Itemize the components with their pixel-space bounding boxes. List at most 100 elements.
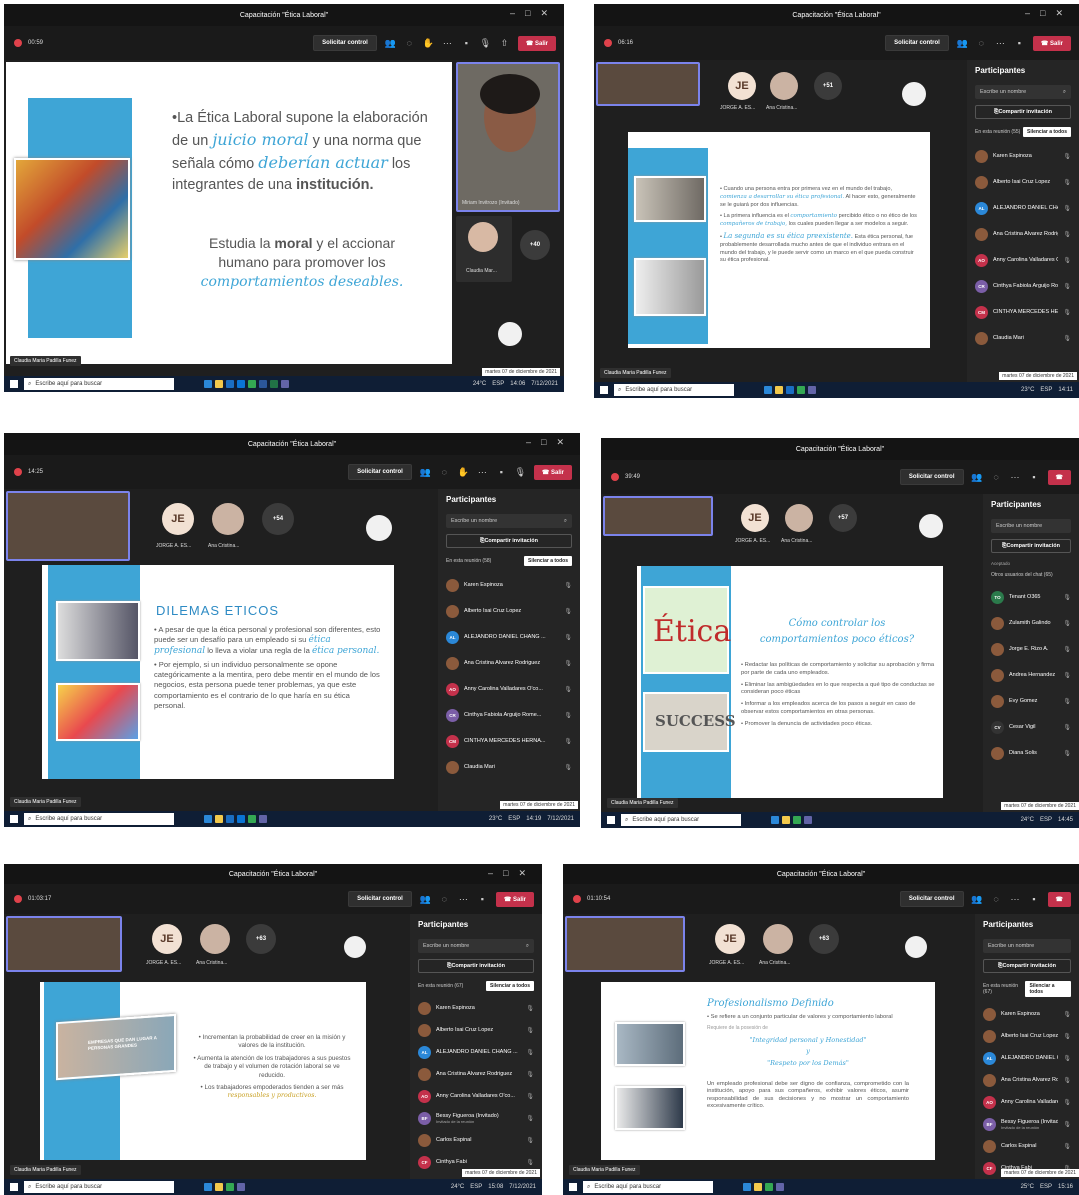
- participants-icon[interactable]: 👥: [957, 38, 968, 49]
- taskbar-search[interactable]: ⌕ Escribe aquí para buscar: [614, 384, 734, 396]
- self-video[interactable]: [565, 916, 685, 972]
- participant-search[interactable]: Escribe un nombre ⌕: [975, 85, 1071, 99]
- participant-row[interactable]: CV Cesar Vigil 🎙: [991, 714, 1071, 740]
- share-invite-button[interactable]: ⎘ Compartir invitación: [418, 959, 534, 973]
- participant-row[interactable]: AL ALEJANDRO DANIEL CHANG ... 🎙: [975, 195, 1071, 221]
- participant-row[interactable]: BF Bessy Figueroa (Invitado) Invitado de l…: [983, 1113, 1071, 1135]
- edge-icon[interactable]: [743, 1183, 751, 1191]
- edge-icon[interactable]: [771, 816, 779, 824]
- participant-row[interactable]: Jorge E. Rizo A. 🎙: [991, 636, 1071, 662]
- request-control-button[interactable]: Solicitar control: [313, 35, 377, 51]
- mail-icon[interactable]: [237, 380, 245, 388]
- chat-icon[interactable]: ◌: [439, 894, 450, 905]
- participant-row[interactable]: AO Anny Carolina Valladares O'co... 🎙: [975, 247, 1071, 273]
- participant-row[interactable]: Ana Cristina Alvarez Rodriguez 🎙: [418, 1063, 534, 1085]
- teams-icon[interactable]: [281, 380, 289, 388]
- participant-row[interactable]: Andrea Hernandez 🎙: [991, 662, 1071, 688]
- chrome-icon[interactable]: [248, 815, 256, 823]
- chat-icon[interactable]: ◌: [991, 472, 1002, 483]
- share-invite-button[interactable]: ⎘ Compartir invitación: [991, 539, 1071, 553]
- participant-row[interactable]: Claudia Mari 🎙: [446, 754, 572, 780]
- participant-row[interactable]: CM CINTHYA MERCEDES HERNA... 🎙: [446, 728, 572, 754]
- leave-button[interactable]: ☎ Salir: [1032, 35, 1071, 51]
- ana-avatar[interactable]: [212, 503, 244, 535]
- store-icon[interactable]: [786, 386, 794, 394]
- participant-row[interactable]: Diana Solis 🎙: [991, 740, 1071, 766]
- teams-icon[interactable]: [259, 815, 267, 823]
- participant-row[interactable]: Carlos Espinal 🎙: [983, 1135, 1071, 1157]
- participant-row[interactable]: Carlos Espinal 🎙: [418, 1129, 534, 1151]
- ana-avatar[interactable]: [770, 72, 798, 100]
- camera-off-icon[interactable]: ▪: [461, 38, 472, 49]
- reactions-icon[interactable]: ✋: [423, 38, 434, 49]
- participant-row[interactable]: Karen Espinoza 🎙: [418, 997, 534, 1019]
- folder-icon[interactable]: [215, 380, 223, 388]
- share-icon[interactable]: ⇧: [499, 38, 510, 49]
- participants-icon[interactable]: 👥: [971, 472, 982, 483]
- participant-row[interactable]: Claudia Mari 🎙: [975, 325, 1071, 351]
- participant-row[interactable]: AL ALEJANDRO DANIEL CHANG ... 🎙: [983, 1047, 1071, 1069]
- window-controls[interactable]: –□✕: [510, 8, 558, 19]
- share-invite-button[interactable]: ⎘ Compartir invitación: [975, 105, 1071, 119]
- chat-icon[interactable]: ◌: [404, 38, 415, 49]
- windows-start-icon[interactable]: [10, 380, 18, 388]
- request-control-button[interactable]: Solicitar control: [899, 891, 964, 907]
- participant-row[interactable]: Ana Cristina Alvarez Rodriguez 🎙: [975, 221, 1071, 247]
- more-options-icon[interactable]: ⋯: [458, 894, 469, 905]
- participant-row[interactable]: Alberto Isai Cruz Lopez 🎙: [446, 598, 572, 624]
- jorge-avatar[interactable]: JE: [715, 924, 745, 954]
- more-participants[interactable]: +57: [829, 504, 857, 532]
- windows-start-icon[interactable]: [600, 386, 608, 394]
- participant-search[interactable]: Escribe un nombre ⌕: [446, 514, 572, 528]
- leave-button[interactable]: ☎ Salir: [533, 464, 572, 480]
- participant-row[interactable]: CR Cinthya Fabiola Arguijo Rome... 🎙: [446, 702, 572, 728]
- windows-start-icon[interactable]: [10, 1183, 18, 1191]
- participants-icon[interactable]: 👥: [420, 467, 431, 478]
- more-participants[interactable]: +40: [520, 230, 550, 260]
- mute-all-button[interactable]: Silenciar a todos: [1025, 981, 1071, 997]
- self-video[interactable]: [596, 62, 700, 106]
- window-controls[interactable]: –□✕: [488, 868, 536, 879]
- jorge-avatar[interactable]: JE: [741, 504, 769, 532]
- chrome-icon[interactable]: [248, 380, 256, 388]
- leave-button[interactable]: ☎ Salir: [517, 35, 556, 51]
- participant-row[interactable]: Ana Cristina Alvarez Rodriguez 🎙: [446, 650, 572, 676]
- request-control-button[interactable]: Solicitar control: [885, 35, 949, 51]
- participant-row[interactable]: AO Anny Carolina Valladares O'co... 🎙: [446, 676, 572, 702]
- folder-icon[interactable]: [775, 386, 783, 394]
- windows-start-icon[interactable]: [10, 815, 18, 823]
- more-options-icon[interactable]: ⋯: [1010, 894, 1021, 905]
- teams-icon[interactable]: [808, 386, 816, 394]
- request-control-button[interactable]: Solicitar control: [899, 469, 964, 485]
- store-icon[interactable]: [226, 380, 234, 388]
- store-icon[interactable]: [226, 815, 234, 823]
- participant-row[interactable]: Karen Espinoza 🎙: [975, 143, 1071, 169]
- participant-row[interactable]: AL ALEJANDRO DANIEL CHANG ... 🎙: [446, 624, 572, 650]
- participant-search[interactable]: Escribe un nombre ⌕: [418, 939, 534, 953]
- chat-icon[interactable]: ◌: [991, 894, 1002, 905]
- folder-icon[interactable]: [754, 1183, 762, 1191]
- request-control-button[interactable]: Solicitar control: [348, 464, 412, 480]
- participant-row[interactable]: Alberto Isai Cruz Lopez 🎙: [975, 169, 1071, 195]
- more-options-icon[interactable]: ⋯: [442, 38, 453, 49]
- taskbar-search[interactable]: ⌕ Escribe aquí para buscar: [24, 378, 174, 390]
- teams-icon[interactable]: [804, 816, 812, 824]
- taskbar-search[interactable]: ⌕ Escribe aquí para buscar: [583, 1181, 713, 1193]
- participant-row[interactable]: Karen Espinoza 🎙: [446, 572, 572, 598]
- more-options-icon[interactable]: ⋯: [1010, 472, 1021, 483]
- share-invite-button[interactable]: ⎘ Compartir invitación: [446, 534, 572, 548]
- participant-row[interactable]: Alberto Isai Cruz Lopez 🎙: [418, 1019, 534, 1041]
- more-participants[interactable]: +54: [262, 503, 294, 535]
- participant-search[interactable]: Escribe un nombre: [983, 939, 1071, 953]
- taskbar-search[interactable]: ⌕ Escribe aquí para buscar: [24, 813, 174, 825]
- participants-icon[interactable]: 👥: [420, 894, 431, 905]
- more-participants[interactable]: +51: [814, 72, 842, 100]
- video-tile-claudia[interactable]: Claudia Mar...: [456, 216, 512, 282]
- mute-all-button[interactable]: Silenciar a todos: [1022, 127, 1071, 137]
- ana-avatar[interactable]: [200, 924, 230, 954]
- self-video[interactable]: [6, 916, 122, 972]
- chrome-icon[interactable]: [226, 1183, 234, 1191]
- more-options-icon[interactable]: ⋯: [995, 38, 1006, 49]
- edge-icon[interactable]: [764, 386, 772, 394]
- taskbar-search[interactable]: ⌕ Escribe aquí para buscar: [24, 1181, 174, 1193]
